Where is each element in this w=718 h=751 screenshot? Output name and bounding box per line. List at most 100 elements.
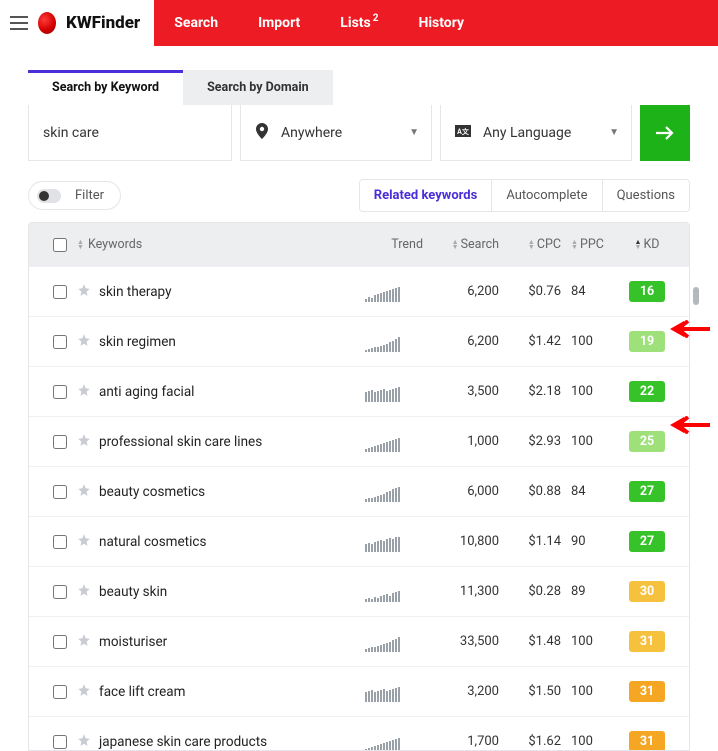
row-select: [43, 535, 77, 549]
row-checkbox[interactable]: [53, 285, 67, 299]
select-all-checkbox[interactable]: [53, 238, 67, 252]
keyword-cell[interactable]: japanese skin care products: [99, 734, 365, 750]
cpc-cell: $1.50: [499, 684, 561, 699]
star-icon[interactable]: [77, 433, 99, 451]
keyword-cell[interactable]: face lift cream: [99, 684, 365, 700]
kd-cell: 30: [619, 581, 675, 602]
search-row: Anywhere ▼ A文 Any Language ▼: [28, 105, 690, 161]
row-checkbox[interactable]: [53, 335, 67, 349]
ppc-cell: 84: [561, 484, 619, 499]
chevron-down-icon: ▼: [609, 127, 619, 138]
kd-cell: 25: [619, 431, 675, 452]
kd-badge: 27: [629, 531, 665, 552]
filter-toggle[interactable]: Filter: [28, 181, 121, 210]
sort-icon: ▲▼: [571, 240, 578, 250]
table-row: professional skin care lines1,000$2.9310…: [29, 416, 689, 466]
row-select: [43, 485, 77, 499]
cpc-cell: $1.48: [499, 634, 561, 649]
tab-search-by-domain[interactable]: Search by Domain: [183, 70, 333, 105]
row-select: [43, 435, 77, 449]
row-select: [43, 585, 77, 599]
menu-icon[interactable]: [10, 16, 28, 30]
th-ppc[interactable]: ▲▼ PPC: [561, 237, 619, 252]
kd-cell: 31: [619, 631, 675, 652]
th-trend[interactable]: Trend: [365, 237, 423, 252]
nav-import[interactable]: Import: [238, 0, 320, 46]
ppc-cell: 89: [561, 584, 619, 599]
kd-badge: 31: [629, 731, 665, 750]
keyword-cell[interactable]: skin regimen: [99, 334, 365, 350]
row-checkbox[interactable]: [53, 435, 67, 449]
ppc-cell: 100: [561, 384, 619, 399]
keyword-cell[interactable]: professional skin care lines: [99, 434, 365, 450]
search-volume-cell: 33,500: [423, 634, 499, 649]
nav-history[interactable]: History: [398, 0, 484, 46]
tab-search-by-keyword[interactable]: Search by Keyword: [28, 70, 183, 105]
search-volume-cell: 11,300: [423, 584, 499, 599]
tab-autocomplete[interactable]: Autocomplete: [491, 180, 601, 211]
keyword-cell[interactable]: beauty skin: [99, 584, 365, 600]
search-volume-cell: 1,700: [423, 734, 499, 749]
star-icon[interactable]: [77, 683, 99, 701]
trend-sparkline: [365, 332, 423, 352]
cpc-cell: $0.76: [499, 284, 561, 299]
table-row: skin regimen6,200$1.4210019: [29, 316, 689, 366]
ppc-cell: 84: [561, 284, 619, 299]
tab-related-keywords[interactable]: Related keywords: [360, 180, 492, 211]
sort-icon: ▲▼: [77, 240, 84, 250]
row-checkbox[interactable]: [53, 385, 67, 399]
filter-row: Filter Related keywords Autocomplete Que…: [0, 173, 718, 222]
nav-lists[interactable]: Lists 2: [320, 0, 398, 46]
keyword-cell[interactable]: anti aging facial: [99, 384, 365, 400]
trend-sparkline: [365, 582, 423, 602]
scrollbar[interactable]: [693, 287, 699, 305]
star-icon[interactable]: [77, 633, 99, 651]
row-checkbox[interactable]: [53, 535, 67, 549]
search-button[interactable]: [640, 105, 690, 161]
sort-icon: ▲▼: [452, 240, 459, 250]
language-dropdown[interactable]: A文 Any Language ▼: [440, 105, 632, 161]
kd-badge: 31: [629, 631, 665, 652]
star-icon[interactable]: [77, 583, 99, 601]
th-search[interactable]: ▲▼ Search: [423, 237, 499, 252]
row-checkbox[interactable]: [53, 585, 67, 599]
th-keywords[interactable]: ▲▼ Keywords: [77, 237, 365, 252]
search-volume-cell: 6,200: [423, 334, 499, 349]
star-icon[interactable]: [77, 733, 99, 751]
keyword-cell[interactable]: moisturiser: [99, 634, 365, 650]
location-value: Anywhere: [281, 125, 342, 141]
kd-badge: 19: [629, 331, 665, 352]
tab-questions[interactable]: Questions: [602, 180, 689, 211]
row-select: [43, 335, 77, 349]
cpc-cell: $2.93: [499, 434, 561, 449]
star-icon[interactable]: [77, 533, 99, 551]
table-row: natural cosmetics10,800$1.149027: [29, 516, 689, 566]
star-icon[interactable]: [77, 383, 99, 401]
keyword-cell[interactable]: natural cosmetics: [99, 534, 365, 550]
kd-cell: 16: [619, 281, 675, 302]
nav-search[interactable]: Search: [154, 0, 238, 46]
row-checkbox[interactable]: [53, 735, 67, 749]
star-icon[interactable]: [77, 283, 99, 301]
row-checkbox[interactable]: [53, 485, 67, 499]
keyword-input[interactable]: [43, 125, 217, 141]
star-icon[interactable]: [77, 483, 99, 501]
search-box: [28, 105, 232, 161]
kd-badge: 31: [629, 681, 665, 702]
view-tabs: Related keywords Autocomplete Questions: [359, 179, 690, 212]
row-checkbox[interactable]: [53, 685, 67, 699]
th-kd[interactable]: ▲▼ KD: [619, 237, 675, 252]
ppc-cell: 100: [561, 634, 619, 649]
keyword-cell[interactable]: beauty cosmetics: [99, 484, 365, 500]
row-checkbox[interactable]: [53, 635, 67, 649]
keyword-cell[interactable]: skin therapy: [99, 284, 365, 300]
ppc-cell: 100: [561, 434, 619, 449]
kd-cell: 31: [619, 681, 675, 702]
star-icon[interactable]: [77, 333, 99, 351]
location-dropdown[interactable]: Anywhere ▼: [240, 105, 432, 161]
nav-lists-badge: 2: [373, 13, 379, 24]
th-cpc[interactable]: ▲▼ CPC: [499, 237, 561, 252]
trend-sparkline: [365, 682, 423, 702]
main-nav: Search Import Lists 2 History: [154, 0, 484, 46]
topbar-left: KWFinder: [0, 0, 154, 46]
